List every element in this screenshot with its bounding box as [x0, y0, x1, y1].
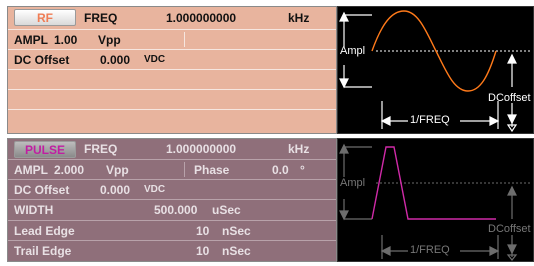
pulse-graph-period-label: 1/FREQ	[410, 244, 450, 256]
rf-empty-row-3	[8, 110, 336, 133]
rf-ampl-unit: Vpp	[98, 32, 121, 47]
rf-freq-unit: kHz	[288, 11, 310, 25]
pulse-lead-edge-row[interactable]: Lead Edge 10 nSec	[8, 221, 336, 241]
pulse-graph-dcoffset-label: DCoffset	[488, 223, 531, 235]
rf-upper-arrow-head	[339, 11, 349, 22]
pulse-trail-unit: nSec	[222, 244, 251, 258]
pulse-tab-button[interactable]: PULSE	[14, 141, 76, 158]
pulse-graph-ampl-label: Ampl	[340, 177, 366, 189]
rf-lower-arrow-head	[339, 78, 349, 89]
rf-empty-row-1	[8, 70, 336, 90]
pulse-period-arrow-right	[489, 246, 500, 256]
pulse-freq-value[interactable]: 1.000000000	[166, 142, 236, 156]
pulse-width-row[interactable]: WIDTH 500.000 uSec	[8, 200, 336, 221]
pulse-lead-value[interactable]: 10	[196, 224, 209, 238]
rf-ampl-divider	[184, 32, 185, 47]
pulse-dc-arrow-head-down	[507, 244, 517, 255]
rf-ampl-row[interactable]: AMPL 1.00 Vpp	[8, 30, 336, 50]
pulse-lead-label: Lead Edge	[14, 223, 75, 238]
pulse-dc-label: DC Offset	[14, 182, 70, 197]
rf-dc-arrow-head-up	[507, 53, 517, 64]
rf-ampl-label: AMPL	[14, 32, 48, 47]
pulse-ampl-value[interactable]: 2.000	[54, 163, 84, 177]
rf-dc-value[interactable]: 0.000	[100, 53, 130, 67]
pulse-dc-arrow-head-up	[507, 185, 517, 196]
pulse-dc-unit: VDC	[144, 184, 166, 195]
rf-settings-panel: RF FREQ 1.000000000 kHz AMPL 1.00 Vpp DC…	[7, 6, 337, 134]
pulse-phase-label: Phase	[194, 162, 230, 177]
pulse-freq-label: FREQ	[84, 142, 118, 156]
pulse-ampl-label: AMPL	[14, 162, 48, 177]
rf-ampl-value[interactable]: 1.00	[54, 33, 77, 47]
rf-dc-row[interactable]: DC Offset 0.000 VDC	[8, 50, 336, 70]
rf-period-arrow-left	[380, 116, 391, 126]
pulse-width-value[interactable]: 500.000	[154, 203, 197, 217]
pulse-width-label: WIDTH	[14, 203, 54, 217]
pulse-trail-edge-row[interactable]: Trail Edge 10 nSec	[8, 241, 336, 261]
pulse-phase-unit: °	[300, 162, 305, 177]
pulse-freq-row[interactable]: PULSE FREQ 1.000000000 kHz	[8, 139, 336, 160]
rf-waveform-graph: Ampl DCoffset 1/FREQ	[337, 6, 534, 134]
rf-dc-unit: VDC	[144, 54, 166, 65]
pulse-width-unit: uSec	[212, 203, 241, 217]
rf-graph-period-label: 1/FREQ	[410, 114, 450, 126]
pulse-lead-unit: nSec	[222, 223, 251, 238]
pulse-dc-value[interactable]: 0.000	[100, 183, 130, 197]
pulse-freq-unit: kHz	[288, 142, 310, 156]
pulse-lower-arrow-head	[339, 210, 349, 221]
rf-graph-ampl-label: Ampl	[340, 45, 366, 57]
pulse-settings-panel: PULSE FREQ 1.000000000 kHz AMPL 2.000 Vp…	[7, 138, 337, 262]
pulse-period-arrow-left	[380, 246, 391, 256]
rf-dc-label: DC Offset	[14, 52, 70, 67]
rf-freq-label: FREQ	[84, 11, 118, 25]
rf-freq-value[interactable]: 1.000000000	[166, 11, 236, 25]
pulse-ampl-divider	[184, 162, 185, 177]
pulse-dc-row[interactable]: DC Offset 0.000 VDC	[8, 180, 336, 200]
pulse-phase-value[interactable]: 0.0	[272, 163, 289, 177]
pulse-ampl-row[interactable]: AMPL 2.000 Vpp Phase 0.0 °	[8, 160, 336, 180]
pulse-waveform-graph: Ampl DCoffset 1/FREQ	[337, 138, 534, 262]
rf-empty-row-2	[8, 90, 336, 110]
pulse-trail-value[interactable]: 10	[196, 244, 209, 258]
pulse-trail-label: Trail Edge	[14, 244, 72, 258]
pulse-upper-arrow-head	[339, 143, 349, 154]
rf-tab-button[interactable]: RF	[14, 9, 76, 26]
pulse-ampl-unit: Vpp	[106, 162, 129, 177]
rf-dc-arrow-head-down	[507, 114, 517, 125]
function-generator-screen: RF FREQ 1.000000000 kHz AMPL 1.00 Vpp DC…	[0, 0, 534, 266]
rf-freq-row[interactable]: RF FREQ 1.000000000 kHz	[8, 7, 336, 30]
rf-period-arrow-right	[489, 116, 500, 126]
rf-graph-dcoffset-label: DCoffset	[488, 92, 531, 104]
